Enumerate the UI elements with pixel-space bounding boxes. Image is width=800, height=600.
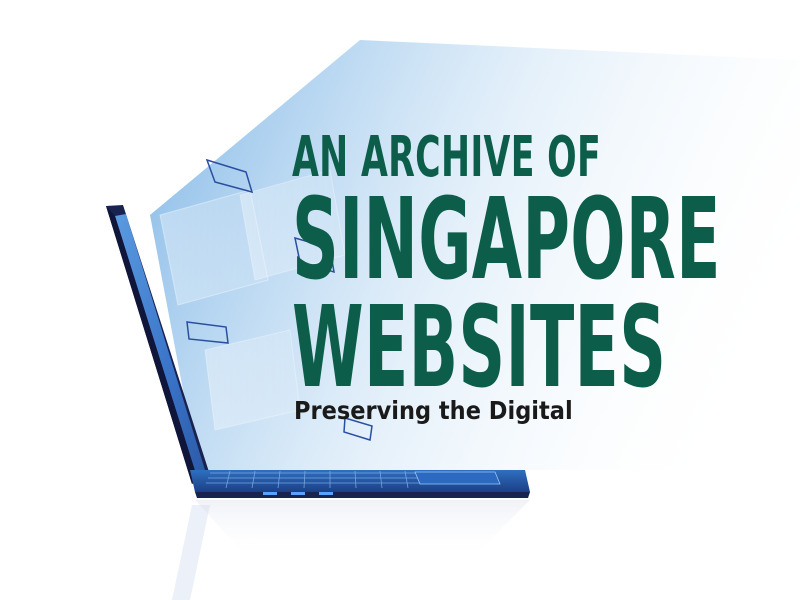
trackpad	[414, 471, 501, 485]
banner: AN ARCHIVE OF SINGAPORE WEBSITES Preserv…	[0, 0, 800, 600]
subtitle: Preserving the Digital	[294, 396, 573, 425]
title-line-3: WEBSITES	[292, 283, 667, 413]
title-line-2: SINGAPORE	[292, 175, 721, 305]
front-edge-lights	[263, 492, 333, 495]
laptop-reflection	[195, 500, 530, 560]
